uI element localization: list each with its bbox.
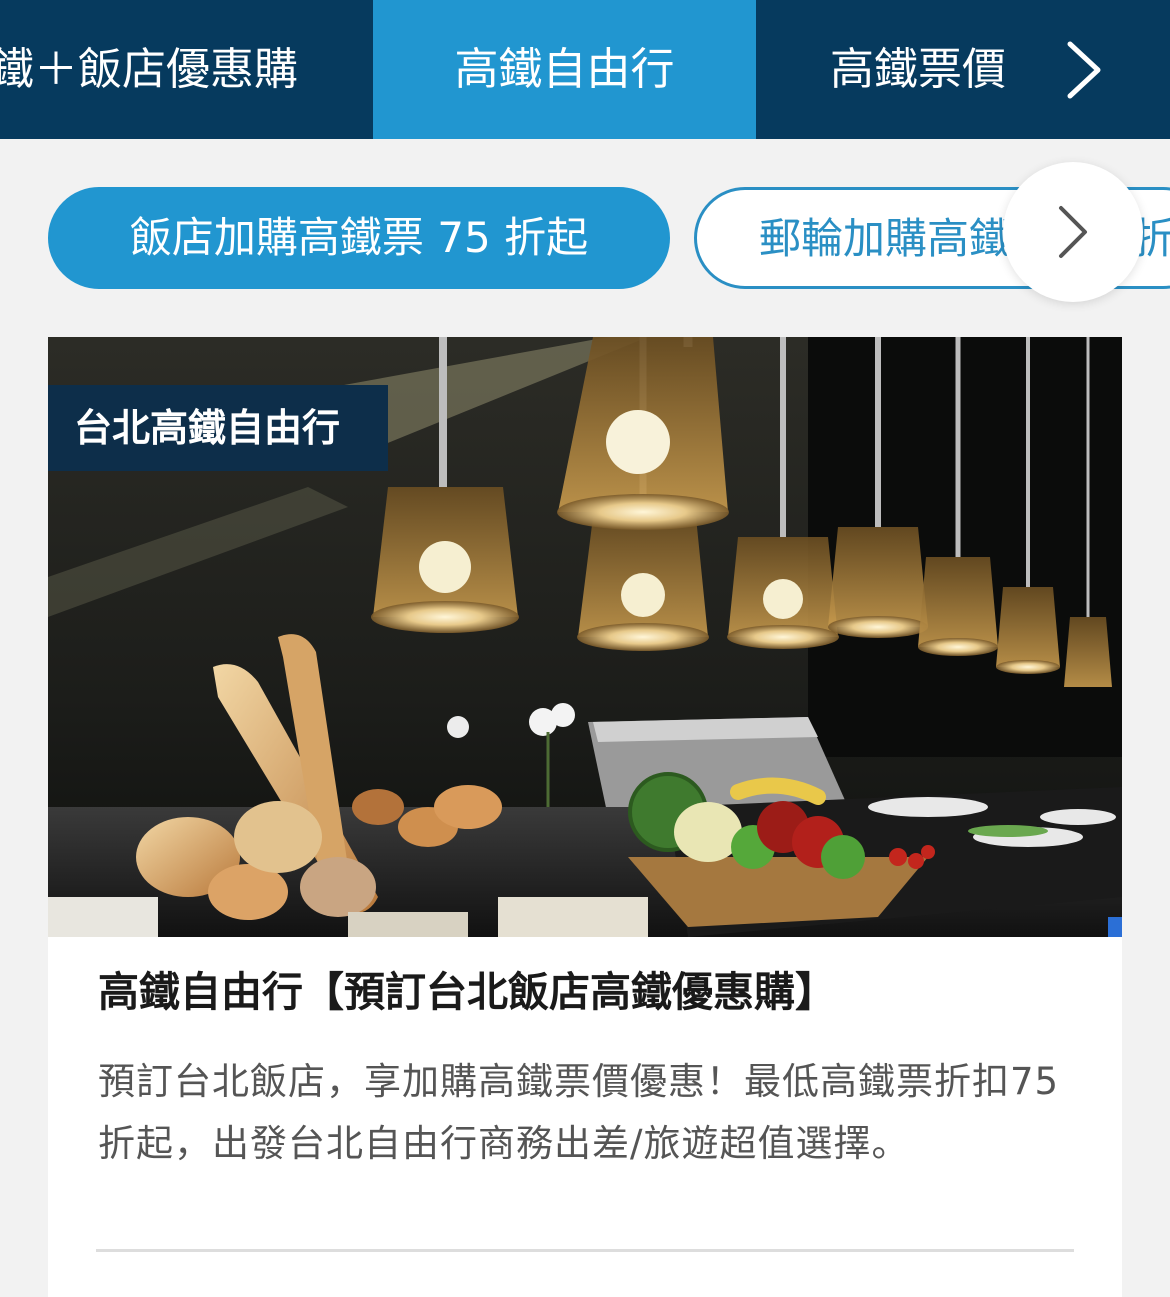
chip-hotel-hsr-discount[interactable]: 飯店加購高鐵票 75 折起 (48, 187, 670, 289)
tab-label: 鐵＋飯店優惠購 (0, 44, 298, 95)
divider (96, 1249, 1074, 1252)
top-tab-bar: 鐵＋飯店優惠購 高鐵自由行 高鐵票價 (0, 0, 1170, 139)
tab-label: 高鐵自由行 (454, 44, 675, 95)
tab-hsr-hotel-deals[interactable]: 鐵＋飯店優惠購 (0, 0, 373, 139)
tab-label: 高鐵票價 (830, 44, 1006, 95)
buffet-restaurant-photo[interactable]: 台北高鐵自由行 (48, 337, 1122, 937)
card-title[interactable]: 高鐵自由行【預訂台北飯店高鐵優惠購】 (98, 961, 1098, 1023)
filter-chips-row: 飯店加購高鐵票 75 折起 郵輪加購高鐵票 75 折起 (0, 139, 1170, 329)
tab-hsr-free-travel[interactable]: 高鐵自由行 (373, 0, 756, 139)
chevron-right-icon (1059, 206, 1087, 258)
chips-scroll-right-button[interactable] (1003, 162, 1143, 302)
package-card[interactable]: 台北高鐵自由行 高鐵自由行【預訂台北飯店高鐵優惠購】 預訂台北飯店，享加購高鐵票… (48, 337, 1122, 1297)
tab-hsr-fares[interactable]: 高鐵票價 (756, 0, 1028, 139)
chevron-right-icon (1067, 41, 1101, 99)
chip-label: 飯店加購高鐵票 75 折起 (129, 213, 589, 262)
tabs-scroll-right-button[interactable] (1028, 0, 1170, 139)
card-description: 預訂台北飯店，享加購高鐵票價優惠！最低高鐵票折扣75 折起，出發台北自由行商務出… (98, 1060, 1060, 1165)
location-badge: 台北高鐵自由行 (48, 385, 388, 471)
